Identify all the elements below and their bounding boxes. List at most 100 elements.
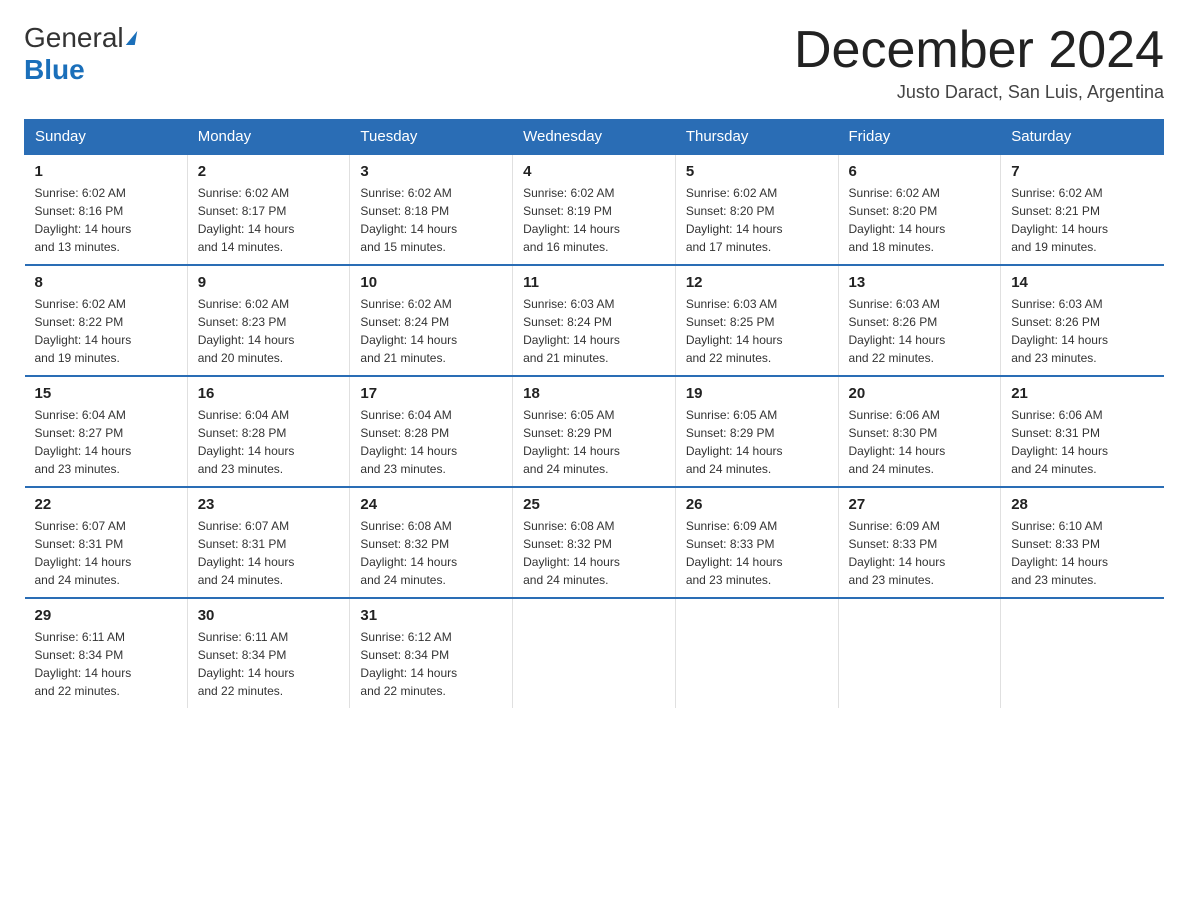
calendar-week-5: 29 Sunrise: 6:11 AM Sunset: 8:34 PM Dayl… [25,598,1164,708]
day-number: 3 [360,163,502,180]
day-info: Sunrise: 6:03 AM Sunset: 8:24 PM Dayligh… [523,295,665,367]
calendar-cell: 27 Sunrise: 6:09 AM Sunset: 8:33 PM Dayl… [838,487,1001,598]
day-info: Sunrise: 6:09 AM Sunset: 8:33 PM Dayligh… [686,517,828,589]
day-info: Sunrise: 6:03 AM Sunset: 8:26 PM Dayligh… [849,295,991,367]
day-number: 16 [198,385,340,402]
location: Justo Daract, San Luis, Argentina [794,82,1164,103]
calendar-cell [675,598,838,708]
calendar-cell: 19 Sunrise: 6:05 AM Sunset: 8:29 PM Dayl… [675,376,838,487]
day-info: Sunrise: 6:05 AM Sunset: 8:29 PM Dayligh… [686,406,828,478]
day-number: 2 [198,163,340,180]
day-info: Sunrise: 6:08 AM Sunset: 8:32 PM Dayligh… [523,517,665,589]
day-number: 12 [686,274,828,291]
day-info: Sunrise: 6:09 AM Sunset: 8:33 PM Dayligh… [849,517,991,589]
calendar-cell: 24 Sunrise: 6:08 AM Sunset: 8:32 PM Dayl… [350,487,513,598]
calendar-cell: 15 Sunrise: 6:04 AM Sunset: 8:27 PM Dayl… [25,376,188,487]
calendar-week-4: 22 Sunrise: 6:07 AM Sunset: 8:31 PM Dayl… [25,487,1164,598]
day-info: Sunrise: 6:02 AM Sunset: 8:17 PM Dayligh… [198,184,340,256]
calendar-cell: 8 Sunrise: 6:02 AM Sunset: 8:22 PM Dayli… [25,265,188,376]
col-friday: Friday [838,120,1001,155]
day-info: Sunrise: 6:05 AM Sunset: 8:29 PM Dayligh… [523,406,665,478]
day-number: 18 [523,385,665,402]
day-number: 4 [523,163,665,180]
day-number: 1 [35,163,177,180]
day-info: Sunrise: 6:03 AM Sunset: 8:26 PM Dayligh… [1011,295,1153,367]
day-info: Sunrise: 6:02 AM Sunset: 8:20 PM Dayligh… [849,184,991,256]
day-info: Sunrise: 6:04 AM Sunset: 8:28 PM Dayligh… [198,406,340,478]
month-title: December 2024 [794,24,1164,76]
day-info: Sunrise: 6:02 AM Sunset: 8:23 PM Dayligh… [198,295,340,367]
calendar-cell: 30 Sunrise: 6:11 AM Sunset: 8:34 PM Dayl… [187,598,350,708]
day-number: 28 [1011,496,1153,513]
day-info: Sunrise: 6:10 AM Sunset: 8:33 PM Dayligh… [1011,517,1153,589]
calendar-cell: 31 Sunrise: 6:12 AM Sunset: 8:34 PM Dayl… [350,598,513,708]
calendar-cell: 16 Sunrise: 6:04 AM Sunset: 8:28 PM Dayl… [187,376,350,487]
calendar-cell: 25 Sunrise: 6:08 AM Sunset: 8:32 PM Dayl… [513,487,676,598]
day-number: 6 [849,163,991,180]
calendar-cell: 5 Sunrise: 6:02 AM Sunset: 8:20 PM Dayli… [675,154,838,265]
day-info: Sunrise: 6:03 AM Sunset: 8:25 PM Dayligh… [686,295,828,367]
calendar-cell: 9 Sunrise: 6:02 AM Sunset: 8:23 PM Dayli… [187,265,350,376]
calendar-cell: 28 Sunrise: 6:10 AM Sunset: 8:33 PM Dayl… [1001,487,1164,598]
calendar-cell: 23 Sunrise: 6:07 AM Sunset: 8:31 PM Dayl… [187,487,350,598]
calendar-cell: 29 Sunrise: 6:11 AM Sunset: 8:34 PM Dayl… [25,598,188,708]
day-number: 17 [360,385,502,402]
day-number: 29 [35,607,177,624]
day-info: Sunrise: 6:02 AM Sunset: 8:18 PM Dayligh… [360,184,502,256]
logo: General Blue [24,24,137,86]
page-header: General Blue December 2024 Justo Daract,… [24,24,1164,103]
day-number: 30 [198,607,340,624]
calendar-cell: 26 Sunrise: 6:09 AM Sunset: 8:33 PM Dayl… [675,487,838,598]
day-info: Sunrise: 6:02 AM Sunset: 8:22 PM Dayligh… [35,295,177,367]
day-number: 9 [198,274,340,291]
col-saturday: Saturday [1001,120,1164,155]
logo-triangle [125,31,136,45]
day-number: 20 [849,385,991,402]
day-info: Sunrise: 6:02 AM Sunset: 8:19 PM Dayligh… [523,184,665,256]
day-info: Sunrise: 6:07 AM Sunset: 8:31 PM Dayligh… [198,517,340,589]
calendar-cell: 21 Sunrise: 6:06 AM Sunset: 8:31 PM Dayl… [1001,376,1164,487]
day-number: 11 [523,274,665,291]
calendar-cell [513,598,676,708]
day-number: 7 [1011,163,1153,180]
col-monday: Monday [187,120,350,155]
calendar-cell: 4 Sunrise: 6:02 AM Sunset: 8:19 PM Dayli… [513,154,676,265]
title-block: December 2024 Justo Daract, San Luis, Ar… [794,24,1164,103]
day-number: 23 [198,496,340,513]
calendar-cell: 17 Sunrise: 6:04 AM Sunset: 8:28 PM Dayl… [350,376,513,487]
calendar-week-3: 15 Sunrise: 6:04 AM Sunset: 8:27 PM Dayl… [25,376,1164,487]
day-info: Sunrise: 6:07 AM Sunset: 8:31 PM Dayligh… [35,517,177,589]
day-info: Sunrise: 6:02 AM Sunset: 8:24 PM Dayligh… [360,295,502,367]
day-info: Sunrise: 6:02 AM Sunset: 8:20 PM Dayligh… [686,184,828,256]
calendar-cell [1001,598,1164,708]
calendar-week-2: 8 Sunrise: 6:02 AM Sunset: 8:22 PM Dayli… [25,265,1164,376]
day-info: Sunrise: 6:12 AM Sunset: 8:34 PM Dayligh… [360,628,502,700]
day-info: Sunrise: 6:11 AM Sunset: 8:34 PM Dayligh… [35,628,177,700]
day-number: 26 [686,496,828,513]
day-number: 10 [360,274,502,291]
day-number: 31 [360,607,502,624]
col-thursday: Thursday [675,120,838,155]
day-number: 14 [1011,274,1153,291]
col-wednesday: Wednesday [513,120,676,155]
day-info: Sunrise: 6:06 AM Sunset: 8:31 PM Dayligh… [1011,406,1153,478]
calendar-cell: 20 Sunrise: 6:06 AM Sunset: 8:30 PM Dayl… [838,376,1001,487]
day-info: Sunrise: 6:04 AM Sunset: 8:28 PM Dayligh… [360,406,502,478]
day-number: 21 [1011,385,1153,402]
calendar-cell: 12 Sunrise: 6:03 AM Sunset: 8:25 PM Dayl… [675,265,838,376]
day-info: Sunrise: 6:08 AM Sunset: 8:32 PM Dayligh… [360,517,502,589]
day-number: 13 [849,274,991,291]
calendar-week-1: 1 Sunrise: 6:02 AM Sunset: 8:16 PM Dayli… [25,154,1164,265]
logo-text: General [24,24,137,52]
col-sunday: Sunday [25,120,188,155]
day-number: 15 [35,385,177,402]
day-info: Sunrise: 6:02 AM Sunset: 8:16 PM Dayligh… [35,184,177,256]
calendar-cell: 3 Sunrise: 6:02 AM Sunset: 8:18 PM Dayli… [350,154,513,265]
calendar-table: Sunday Monday Tuesday Wednesday Thursday… [24,119,1164,708]
col-tuesday: Tuesday [350,120,513,155]
calendar-cell: 2 Sunrise: 6:02 AM Sunset: 8:17 PM Dayli… [187,154,350,265]
calendar-cell: 22 Sunrise: 6:07 AM Sunset: 8:31 PM Dayl… [25,487,188,598]
day-number: 25 [523,496,665,513]
calendar-cell: 1 Sunrise: 6:02 AM Sunset: 8:16 PM Dayli… [25,154,188,265]
calendar-cell [838,598,1001,708]
